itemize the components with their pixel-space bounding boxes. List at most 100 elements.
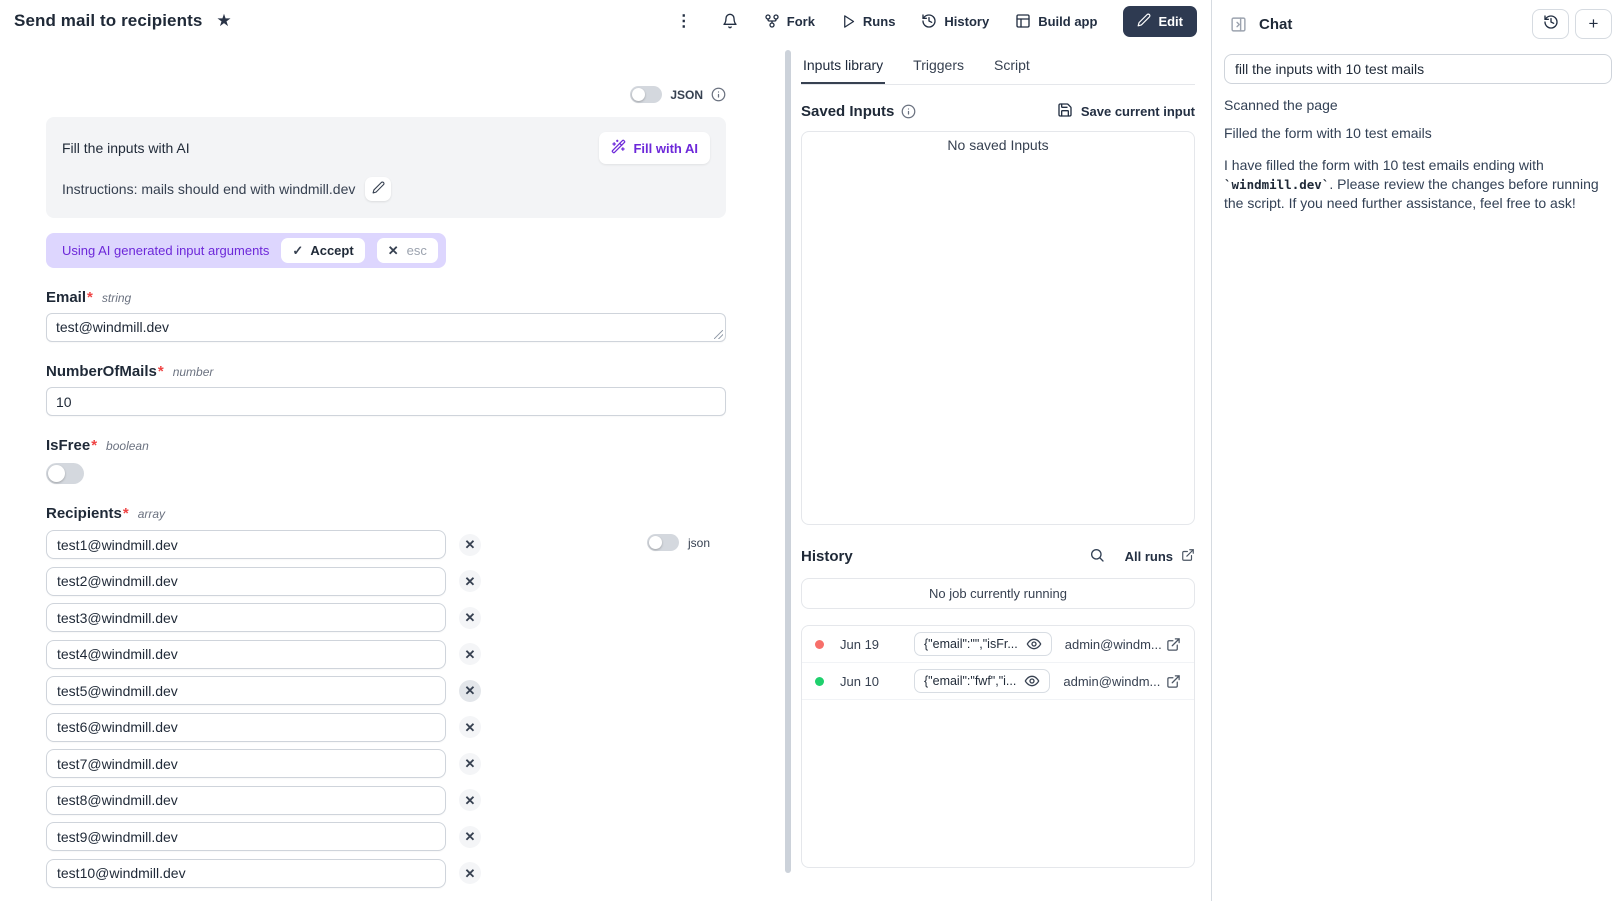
is-free-toggle[interactable] [46,463,84,484]
chat-history-button[interactable] [1532,9,1569,39]
panel-splitter[interactable] [783,42,793,901]
remove-recipient-button[interactable]: ✕ [459,680,481,702]
history-run-row[interactable]: Jun 19 {"email":"","isFr... admin@windm.… [802,626,1194,663]
no-job-running-box: No job currently running [801,578,1195,609]
search-runs-button[interactable] [1089,547,1105,566]
recipient-input[interactable] [46,749,446,778]
history-run-row[interactable]: Jun 10 {"email":"fwf","i... admin@windm.… [802,663,1194,700]
all-runs-link[interactable]: All runs [1125,548,1195,565]
more-menu-button[interactable]: ⋮ [672,11,696,31]
ai-box-title: Fill the inputs with AI [62,140,190,156]
main-area: Send mail to recipients ★ ⋮ Fork Runs Hi… [0,0,1211,901]
recipient-input[interactable] [46,713,446,742]
chat-assistant-message: I have filled the form with 10 test emai… [1224,156,1612,213]
recipient-input[interactable] [46,567,446,596]
required-marker: * [87,289,93,306]
field-recipients: Recipients* array json ✕✕✕✕✕✕✕✕✕✕ [46,505,726,888]
accept-ai-button[interactable]: ✓ Accept [281,238,364,263]
notifications-button[interactable] [722,13,738,29]
recipient-input[interactable] [46,859,446,888]
recipient-input[interactable] [46,640,446,669]
field-email: Email* string test@windmill.dev [46,289,726,342]
recipient-input[interactable] [46,530,446,559]
run-date: Jun 19 [840,637,892,652]
json-toggle-row: JSON [46,86,726,103]
info-icon[interactable] [711,87,726,102]
main-content: JSON Fill the inputs with AI Fill with A… [0,42,1211,901]
remove-recipient-button[interactable]: ✕ [459,716,481,738]
recipient-row: ✕ [46,530,726,559]
remove-recipient-button[interactable]: ✕ [459,534,481,556]
ai-generated-banner: Using AI generated input arguments ✓ Acc… [46,233,446,268]
panel-tabs: Inputs library Triggers Script [801,42,1195,85]
run-date: Jun 10 [840,674,892,689]
field-is-free: IsFree* boolean [46,437,726,484]
favorite-star-icon[interactable]: ★ [216,11,231,31]
edit-button[interactable]: Edit [1123,6,1197,37]
eye-icon[interactable] [1024,673,1040,689]
build-app-button[interactable]: Build app [1015,13,1097,29]
recipient-row: ✕ [46,567,726,596]
json-toggle-label: JSON [670,88,703,102]
remove-recipient-button[interactable]: ✕ [459,570,481,592]
tab-triggers[interactable]: Triggers [911,51,966,84]
recipient-input[interactable] [46,822,446,851]
chat-messages: Scanned the page Filled the form with 10… [1224,84,1612,213]
ai-instructions-text: Instructions: mails should end with wind… [62,181,355,197]
chat-header: Chat + [1224,0,1612,45]
wand-icon [611,139,626,157]
number-of-mails-input[interactable] [46,387,726,416]
is-free-label: IsFree* [46,437,97,454]
recipients-json-toggle-row: json [647,534,710,551]
recipient-row: ✕ [46,822,726,851]
open-run-external-icon[interactable] [1166,637,1181,652]
remove-recipient-button[interactable]: ✕ [459,753,481,775]
remove-recipient-button[interactable]: ✕ [459,862,481,884]
remove-recipient-button[interactable]: ✕ [459,826,481,848]
history-header: History All runs [801,547,1195,566]
edit-instructions-button[interactable] [365,177,391,201]
saved-inputs-header: Saved Inputs Save current input [801,102,1195,121]
run-args-pill[interactable]: {"email":"","isFr... [914,632,1052,656]
remove-recipient-button[interactable]: ✕ [459,789,481,811]
recipient-row: ✕ [46,603,726,632]
recipient-input[interactable] [46,603,446,632]
run-args-pill[interactable]: {"email":"fwf","i... [914,669,1050,693]
page-title: Send mail to recipients [14,11,202,31]
play-icon [841,14,856,29]
fill-with-ai-button[interactable]: Fill with AI [599,132,710,164]
recipients-json-toggle[interactable] [647,534,679,551]
save-icon [1057,102,1073,121]
search-icon [1089,547,1105,566]
recipient-row: ✕ [46,676,726,705]
json-view-toggle[interactable] [630,86,662,103]
remove-recipient-button[interactable]: ✕ [459,643,481,665]
chat-message-input[interactable] [1224,54,1612,84]
email-input[interactable]: test@windmill.dev [46,313,726,342]
history-button[interactable]: History [921,13,989,29]
history-icon [921,13,937,29]
saved-inputs-title: Saved Inputs [801,103,894,120]
tab-inputs-library[interactable]: Inputs library [801,51,885,84]
remove-recipient-button[interactable]: ✕ [459,607,481,629]
fork-button[interactable]: Fork [764,13,815,29]
recipient-input[interactable] [46,676,446,705]
number-of-mails-type: number [173,365,214,379]
open-run-external-icon[interactable] [1166,674,1181,689]
topbar: Send mail to recipients ★ ⋮ Fork Runs Hi… [0,0,1211,42]
saved-inputs-empty: No saved Inputs [801,131,1195,525]
required-marker: * [123,505,129,522]
dismiss-ai-button[interactable]: ✕ esc [377,238,438,263]
eye-icon[interactable] [1026,636,1042,652]
info-icon[interactable] [901,104,916,119]
tab-script[interactable]: Script [992,51,1032,84]
panel-collapse-icon[interactable] [1230,16,1247,33]
save-current-input-button[interactable]: Save current input [1057,102,1195,121]
runs-button[interactable]: Runs [841,14,896,29]
recipients-list: json ✕ ✕ ✕ ✕ ✕ ✕ ✕ ✕ ✕ ✕ [46,530,726,888]
topbar-actions: ⋮ Fork Runs History Buil [672,6,1197,37]
check-icon: ✓ [292,244,303,257]
new-chat-button[interactable]: + [1575,9,1612,39]
external-link-icon [1181,548,1195,565]
recipient-input[interactable] [46,786,446,815]
